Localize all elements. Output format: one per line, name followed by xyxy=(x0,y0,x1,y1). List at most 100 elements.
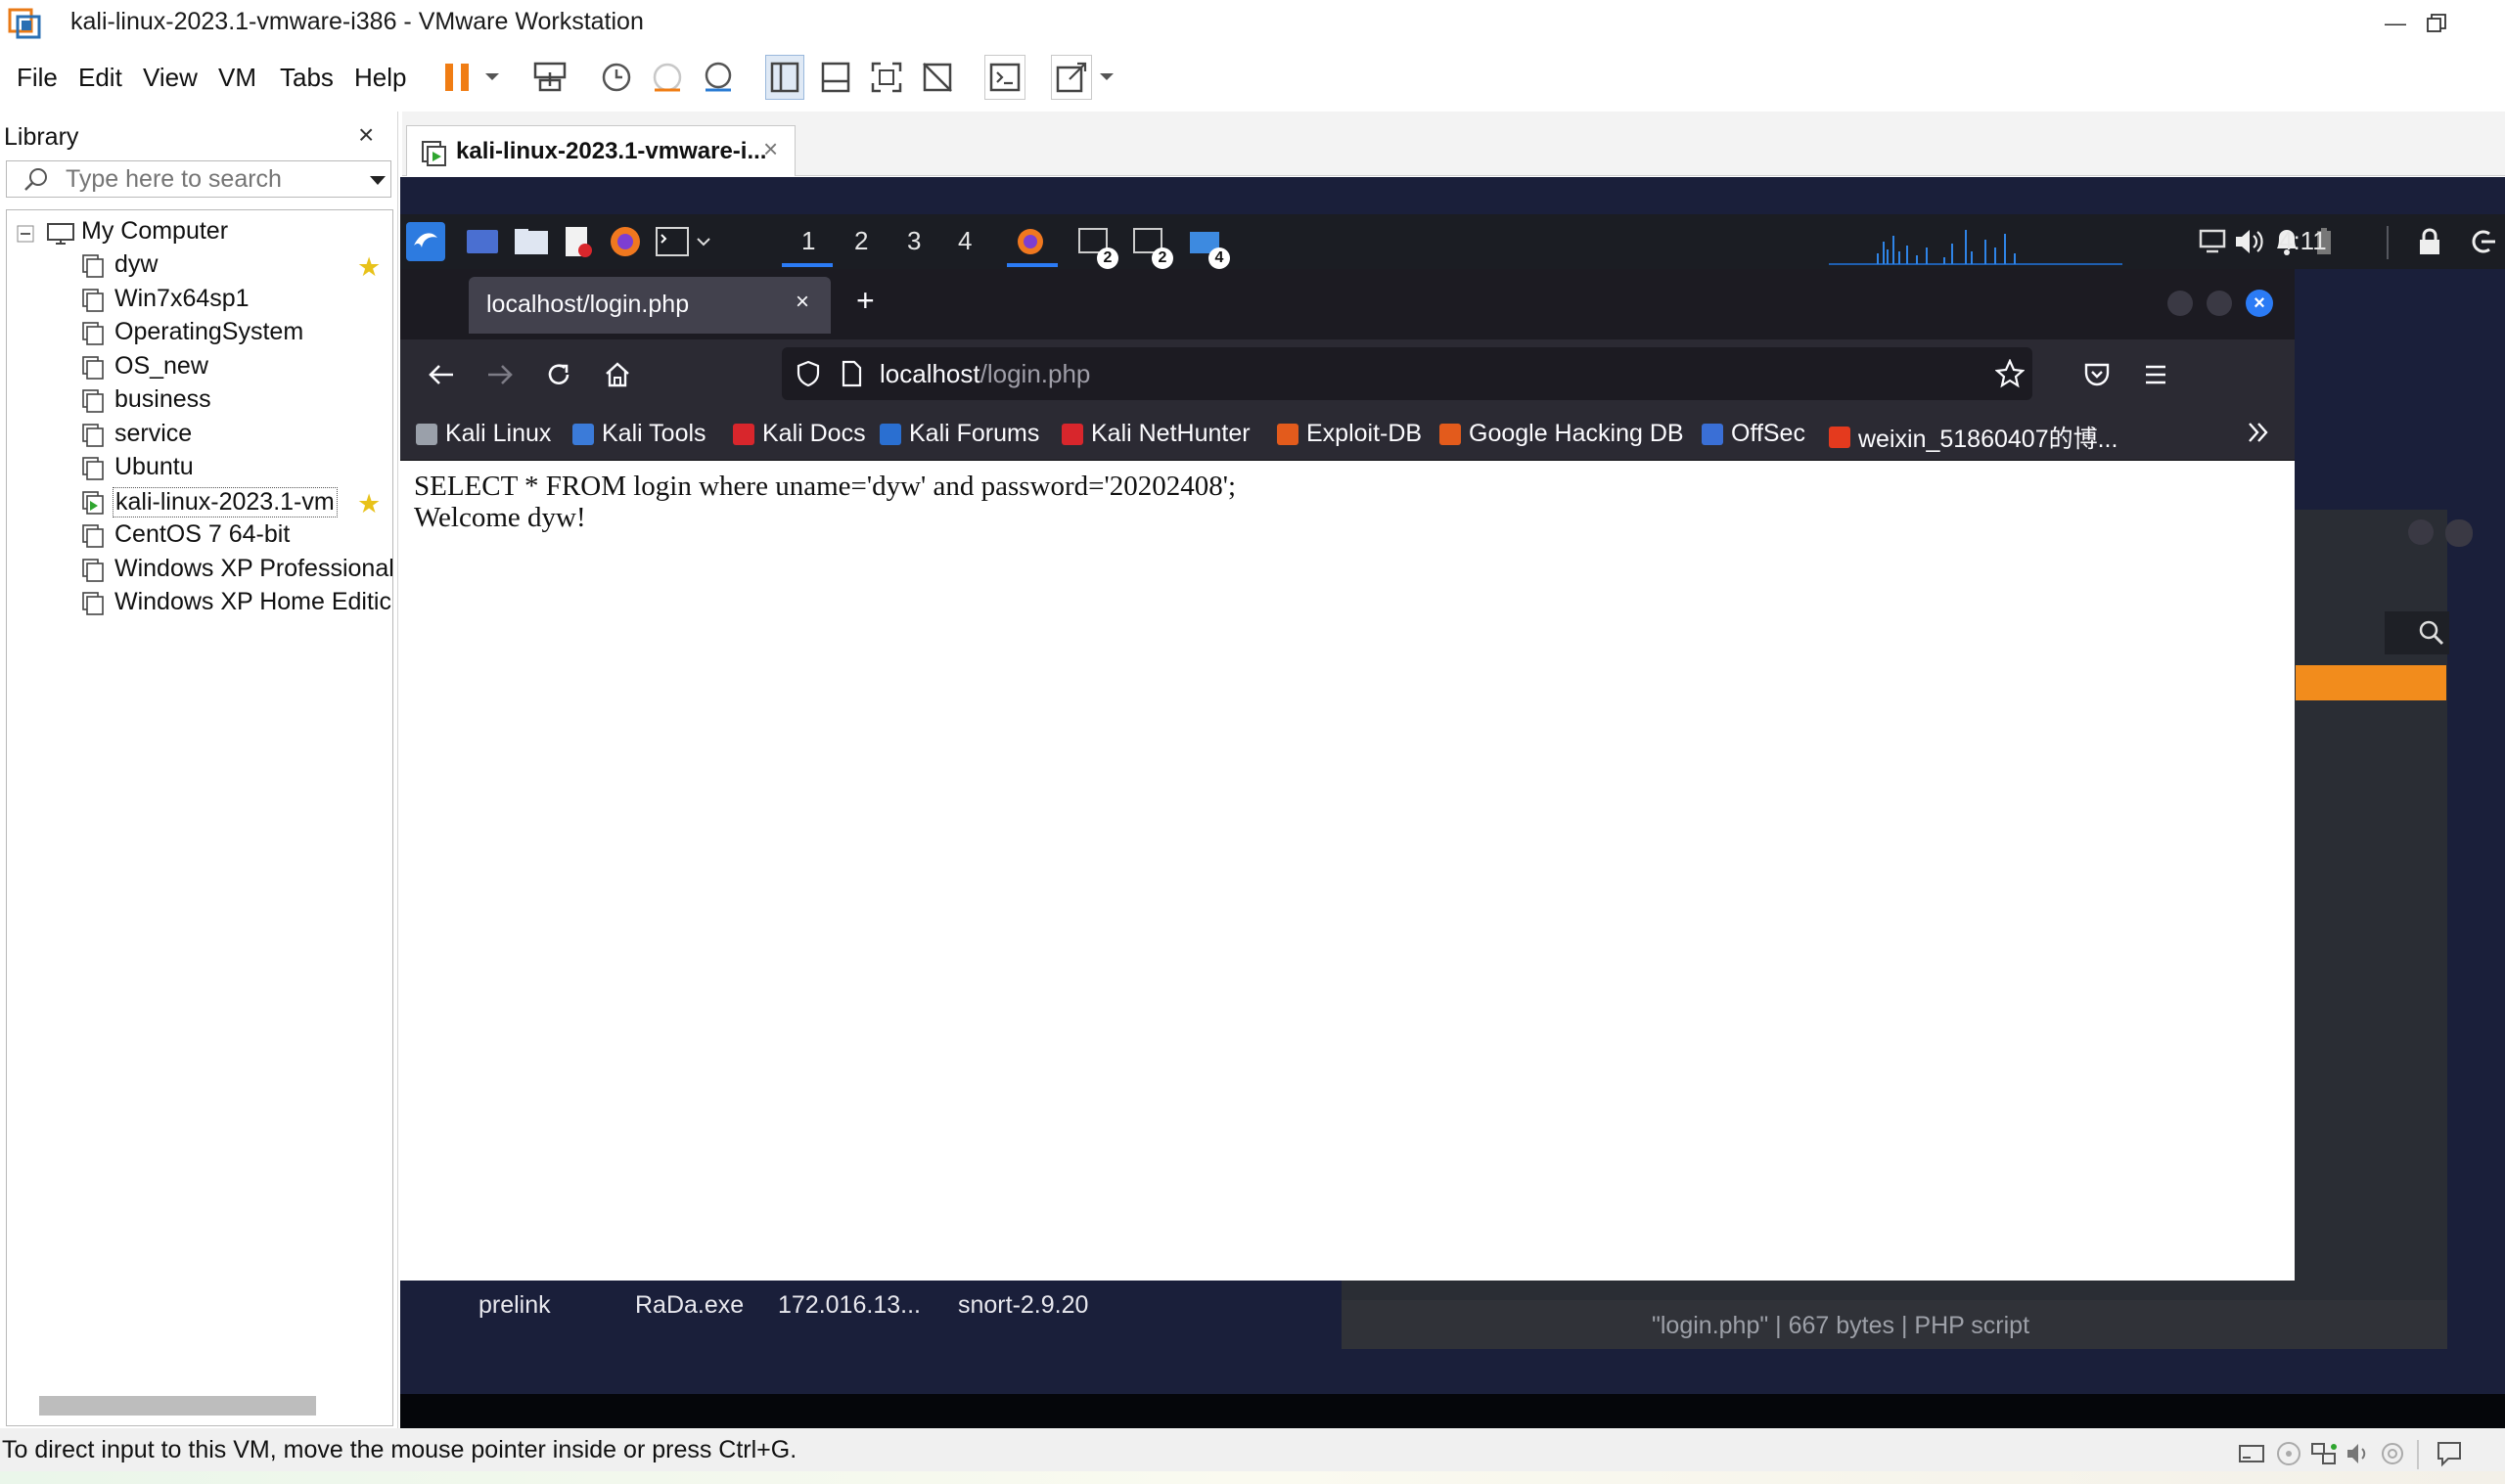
browser-tab-close-button[interactable]: × xyxy=(796,289,809,316)
taskbar-firefox[interactable] xyxy=(1013,224,1048,259)
vm-tab-kali[interactable]: kali-linux-2023.1-vmware-i... × xyxy=(406,125,796,176)
library-close-button[interactable]: × xyxy=(358,119,374,151)
library-vm-item[interactable]: Ubuntu xyxy=(7,452,392,485)
ff-close-button[interactable]: × xyxy=(2246,290,2273,317)
bookmark-item[interactable]: weixin_51860407的博... xyxy=(1829,420,2118,455)
power-dropdown[interactable] xyxy=(479,55,505,100)
library-horizontal-scrollbar[interactable] xyxy=(39,1396,316,1416)
new-tab-button[interactable]: + xyxy=(856,283,875,319)
take-snapshot-button[interactable] xyxy=(597,55,636,100)
workspace-3[interactable]: 3 xyxy=(907,226,921,256)
cd-dvd-icon[interactable] xyxy=(2274,1440,2303,1467)
restore-button[interactable] xyxy=(2409,4,2464,43)
forward-button[interactable] xyxy=(480,355,520,394)
library-vm-item[interactable]: dyw ★ xyxy=(7,249,392,283)
app-menu-button[interactable] xyxy=(2136,355,2175,394)
menu-help[interactable]: Help xyxy=(354,63,406,93)
menu-edit[interactable]: Edit xyxy=(78,63,122,93)
menu-view[interactable]: View xyxy=(143,63,198,93)
monitor-icon xyxy=(2199,229,2226,253)
stretch-guest-button[interactable] xyxy=(1051,55,1092,100)
usb-device-icon[interactable] xyxy=(2378,1440,2407,1467)
library-search-input[interactable] xyxy=(66,163,359,195)
fm-minimize-button[interactable] xyxy=(2408,519,2434,545)
library-vm-item[interactable]: kali-linux-2023.1-vm ★ xyxy=(7,486,392,519)
revert-snapshot-button[interactable] xyxy=(648,55,687,100)
desktop-file-label[interactable]: RaDa.exe xyxy=(635,1291,744,1320)
library-vm-item[interactable]: OS_new xyxy=(7,351,392,384)
show-library-button[interactable] xyxy=(765,55,804,100)
home-button[interactable] xyxy=(598,355,637,394)
desktop-file-label[interactable]: snort-2.9.20 xyxy=(958,1291,1088,1320)
terminal-dropdown[interactable] xyxy=(694,224,713,259)
stretch-dropdown[interactable] xyxy=(1096,55,1117,100)
bookmark-item[interactable]: Kali Forums xyxy=(880,420,1039,448)
firefox-launcher[interactable] xyxy=(608,224,643,259)
ff-maximize-button[interactable] xyxy=(2207,291,2232,316)
collapse-icon[interactable] xyxy=(17,225,34,243)
workspace-2[interactable]: 2 xyxy=(854,226,868,256)
panel-clock[interactable]: 4:11 xyxy=(2279,226,2327,256)
bookmark-item[interactable]: Kali NetHunter xyxy=(1062,420,1251,448)
bookmark-item[interactable]: OffSec xyxy=(1702,420,1805,448)
file-manager-launcher[interactable] xyxy=(514,224,549,259)
back-button[interactable] xyxy=(422,355,461,394)
bookmark-item[interactable]: Kali Tools xyxy=(572,420,706,448)
bookmark-item[interactable]: Kali Docs xyxy=(733,420,866,448)
library-vm-item[interactable]: CentOS 7 64-bit xyxy=(7,519,392,553)
workspace-1[interactable]: 1 xyxy=(801,226,815,256)
browser-tab[interactable]: localhost/login.php × xyxy=(469,277,831,334)
menu-tabs[interactable]: Tabs xyxy=(280,63,334,93)
ff-minimize-button[interactable] xyxy=(2167,291,2193,316)
message-log-icon[interactable] xyxy=(2435,1440,2464,1467)
show-desktop-button[interactable] xyxy=(465,224,500,259)
volume-button[interactable] xyxy=(2232,224,2267,259)
pocket-button[interactable] xyxy=(2077,355,2117,394)
bookmark-item[interactable]: Exploit-DB xyxy=(1277,420,1422,448)
menu-vm[interactable]: VM xyxy=(218,63,256,93)
tree-root-my-computer[interactable]: My Computer xyxy=(7,216,392,249)
bookmark-item[interactable]: Kali Linux xyxy=(416,420,551,448)
send-ctrl-alt-del-button[interactable] xyxy=(528,55,571,100)
reload-button[interactable] xyxy=(539,355,578,394)
desktop-file-label[interactable]: prelink xyxy=(478,1291,551,1320)
desktop-file-label[interactable]: 172.016.13... xyxy=(778,1291,921,1320)
hard-disk-icon[interactable] xyxy=(2237,1440,2266,1467)
library-vm-label: OperatingSystem xyxy=(114,318,304,345)
library-vm-item[interactable]: OperatingSystem xyxy=(7,317,392,350)
console-view-button[interactable] xyxy=(984,55,1025,100)
library-vm-item[interactable]: Windows XP Professional xyxy=(7,554,392,587)
full-screen-button[interactable] xyxy=(867,55,906,100)
fm-search-area xyxy=(2385,611,2449,654)
logout-button[interactable] xyxy=(2465,224,2500,259)
workspace-4[interactable]: 4 xyxy=(958,226,972,256)
thumbnail-bar-button[interactable] xyxy=(816,55,855,100)
text-editor-launcher[interactable] xyxy=(561,224,596,259)
fm-selected-item[interactable] xyxy=(2296,665,2446,700)
logout-icon xyxy=(2472,230,2495,253)
vm-icon xyxy=(82,355,104,380)
search-icon[interactable] xyxy=(2418,619,2445,647)
chevron-down-icon[interactable] xyxy=(369,175,387,187)
library-vm-item[interactable]: Win7x64sp1 xyxy=(7,284,392,317)
library-vm-item[interactable]: Windows XP Home Editic xyxy=(7,587,392,620)
bookmarks-overflow-button[interactable] xyxy=(2246,420,2271,450)
library-vm-item[interactable]: service xyxy=(7,419,392,452)
bookmark-item[interactable]: Google Hacking DB xyxy=(1439,420,1684,448)
library-vm-item[interactable]: business xyxy=(7,384,392,418)
vm-display[interactable]: 1 2 3 4 2 2 4 4:11 "login.php" | 667 byt… xyxy=(400,177,2505,1428)
vm-tab-close-button[interactable]: × xyxy=(763,134,778,164)
snapshot-manager-button[interactable] xyxy=(699,55,738,100)
sound-card-icon[interactable] xyxy=(2345,1440,2374,1467)
menu-file[interactable]: File xyxy=(17,63,58,93)
terminal-launcher[interactable] xyxy=(655,224,690,259)
network-adapter-icon[interactable] xyxy=(2309,1440,2339,1467)
fm-maximize-button[interactable] xyxy=(2445,519,2473,547)
kali-menu-button[interactable] xyxy=(406,222,445,261)
star-icon[interactable] xyxy=(1995,359,2025,388)
pause-button[interactable] xyxy=(438,55,478,100)
lock-screen-button[interactable] xyxy=(2412,224,2447,259)
url-bar[interactable]: localhost/login.php xyxy=(782,347,2032,400)
unity-button[interactable] xyxy=(918,55,957,100)
display-settings-button[interactable] xyxy=(2195,224,2230,259)
